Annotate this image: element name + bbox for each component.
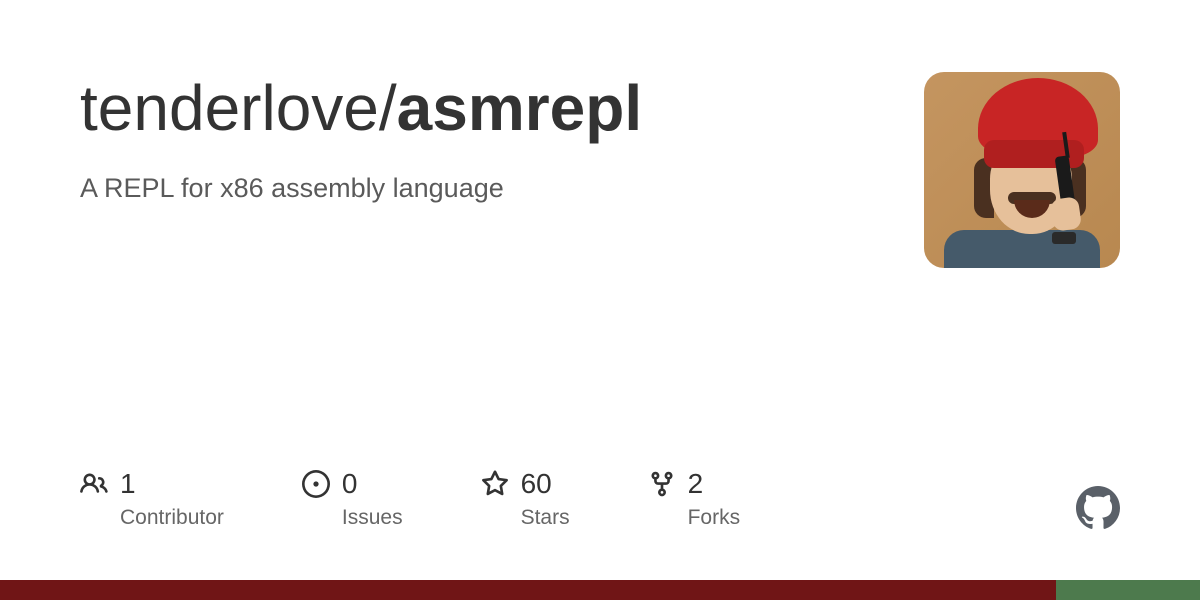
stat-label: Forks [688,506,741,530]
stat-value: 2 [688,468,704,500]
stat-stars[interactable]: 60 Stars [481,468,570,530]
stat-issues[interactable]: 0 Issues [302,468,403,530]
owner-avatar[interactable] [924,72,1120,268]
language-bar [0,580,1200,600]
people-icon [80,470,108,498]
repo-owner[interactable]: tenderlove [80,72,379,144]
repo-stats: 1 Contributor 0 Issues 60 Stars 2 Forks [80,468,740,530]
repo-description: A REPL for x86 assembly language [80,170,888,208]
github-logo-icon[interactable] [1076,486,1120,530]
issue-icon [302,470,330,498]
stat-contributors[interactable]: 1 Contributor [80,468,224,530]
language-segment-secondary [1056,580,1200,600]
stat-forks[interactable]: 2 Forks [648,468,741,530]
fork-icon [648,470,676,498]
repo-name[interactable]: asmrepl [397,72,642,144]
language-segment-primary [0,580,1056,600]
stat-label: Stars [521,506,570,530]
star-icon [481,470,509,498]
stat-value: 1 [120,468,136,500]
stat-label: Issues [342,506,403,530]
repo-title: tenderlove/asmrepl [80,72,888,146]
stat-label: Contributor [120,506,224,530]
stat-value: 0 [342,468,358,500]
stat-value: 60 [521,468,552,500]
